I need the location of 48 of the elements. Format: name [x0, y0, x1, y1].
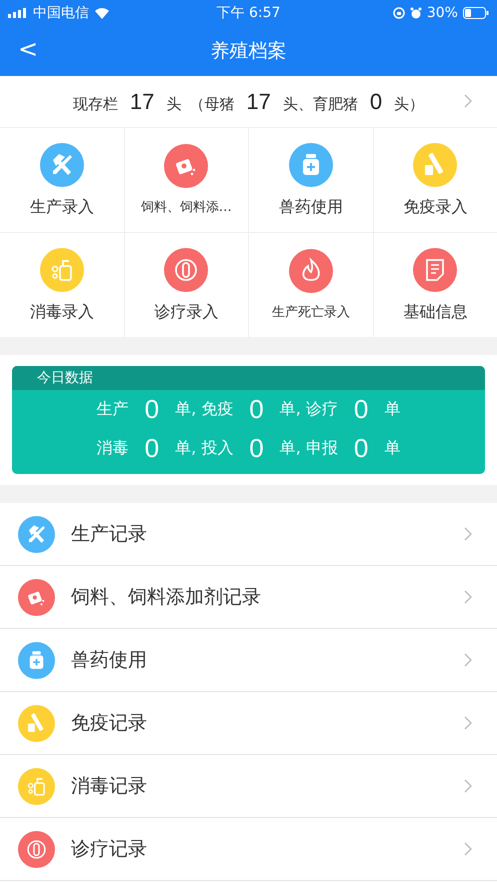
data-label: 单, 申报 — [280, 438, 338, 459]
chevron-icon — [464, 842, 472, 856]
chevron-icon — [464, 653, 472, 667]
count-value: 17 — [246, 88, 271, 114]
menu-tile[interactable]: 生产死亡录入 — [249, 233, 372, 337]
menu-tile[interactable]: 消毒录入 — [0, 233, 124, 337]
count-value: 0 — [354, 394, 368, 425]
chevron-icon — [464, 779, 472, 793]
summary-label: 头） — [394, 94, 424, 114]
menu-tile[interactable]: 生产录入 — [0, 128, 124, 232]
count-value: 0 — [144, 394, 160, 425]
card-title: 今日数据 — [37, 369, 93, 387]
data-label: 单, 免疫 — [175, 399, 234, 420]
summary-label: （母猪 — [189, 94, 234, 114]
battery-icon — [462, 6, 489, 18]
menu-tile[interactable]: 兽药使用 — [249, 128, 372, 232]
data-label: 单 — [384, 438, 400, 459]
rotation-lock-icon — [392, 6, 405, 18]
carrier-name: 中国电信 — [33, 4, 89, 22]
signal-icon — [8, 8, 28, 18]
summary-label: 头 — [166, 94, 182, 114]
alarm-icon — [410, 6, 422, 18]
count-value: 0 — [249, 394, 264, 425]
summary-label: 现存栏 — [72, 94, 118, 114]
data-label: 单, 投入 — [175, 438, 234, 459]
data-label: 生产 — [96, 399, 129, 420]
chevron-icon — [464, 716, 472, 730]
count-value: 0 — [370, 88, 382, 114]
count-value: 0 — [144, 433, 160, 464]
count-value: 0 — [249, 433, 264, 464]
chevron-icon — [464, 94, 472, 108]
data-label: 单, 诊疗 — [280, 399, 338, 420]
data-label: 单 — [384, 399, 400, 420]
battery-percent: 30% — [426, 4, 458, 20]
chevron-icon — [464, 590, 472, 604]
menu-tile[interactable]: 饲料、饲料添… — [124, 128, 248, 232]
wifi-icon — [94, 6, 110, 18]
menu-tile[interactable]: 免疫录入 — [374, 128, 497, 232]
data-label: 消毒 — [96, 438, 129, 459]
summary-label: 头、育肥猪 — [282, 94, 358, 114]
page-title: 养殖档案 — [210, 38, 286, 64]
count-value: 0 — [354, 433, 368, 464]
back-button[interactable]: < — [14, 35, 42, 63]
chevron-icon — [464, 527, 472, 541]
count-value: 17 — [130, 88, 154, 114]
menu-tile[interactable]: 基础信息 — [374, 233, 497, 337]
menu-tile[interactable]: 诊疗录入 — [124, 233, 248, 337]
clock-time: 下午 6:57 — [216, 4, 280, 22]
